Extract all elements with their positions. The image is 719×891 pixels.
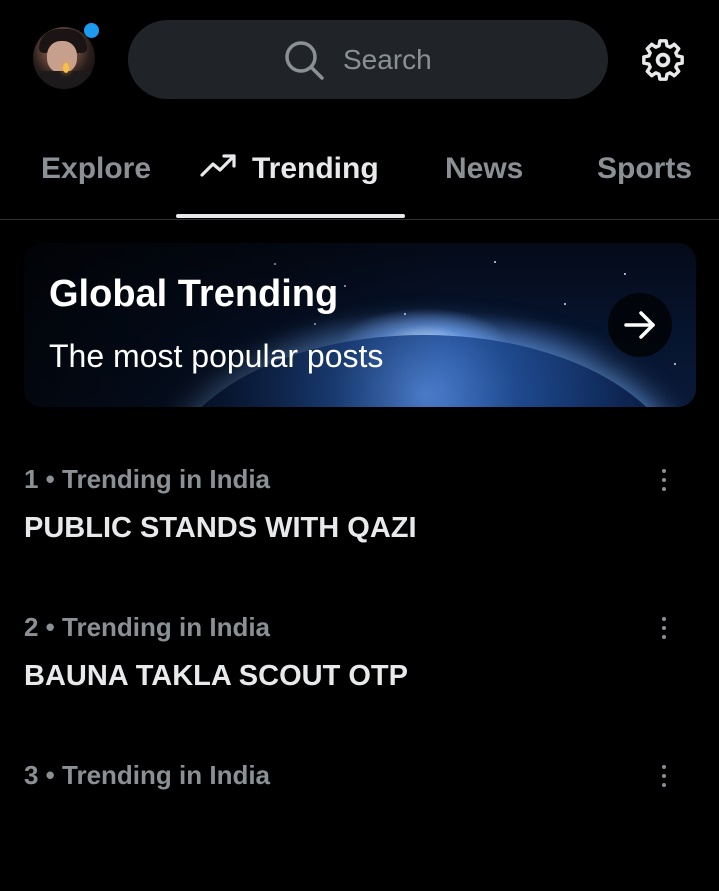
- trending-icon: [200, 152, 238, 186]
- tab-trending[interactable]: Trending: [200, 152, 379, 186]
- tab-explore[interactable]: Explore: [41, 152, 151, 186]
- banner-subtitle: The most popular posts: [49, 338, 384, 374]
- trend-item[interactable]: 3 • Trending in India: [0, 744, 719, 891]
- tab-label: Explore: [41, 152, 152, 185]
- trend-item[interactable]: 2 • Trending in India BAUNA TAKLA SCOUT …: [0, 596, 719, 743]
- search-input[interactable]: [343, 43, 453, 76]
- more-options-icon[interactable]: [652, 465, 676, 495]
- tab-news[interactable]: News: [445, 152, 523, 186]
- more-options-icon[interactable]: [652, 613, 676, 643]
- top-bar: [0, 0, 719, 120]
- tab-bar: Explore Trending News Sports: [0, 130, 719, 220]
- trend-context: 3 • Trending in India: [24, 760, 271, 790]
- notification-dot: [84, 23, 99, 38]
- tab-label: News: [445, 152, 524, 185]
- trend-context: 2 • Trending in India: [24, 612, 271, 642]
- banner-title: Global Trending: [49, 273, 339, 315]
- active-tab-indicator: [176, 214, 405, 218]
- trend-title: BAUNA TAKLA SCOUT OTP: [24, 660, 408, 692]
- trend-context: 1 • Trending in India: [24, 464, 271, 494]
- global-trending-banner[interactable]: Global Trending The most popular posts: [24, 243, 696, 407]
- arrow-right-icon[interactable]: [608, 293, 672, 357]
- tab-label: Trending: [252, 152, 379, 185]
- gear-icon[interactable]: [640, 37, 686, 83]
- avatar[interactable]: [33, 27, 95, 89]
- trend-item[interactable]: 1 • Trending in India PUBLIC STANDS WITH…: [0, 448, 719, 595]
- tab-sports[interactable]: Sports: [597, 152, 692, 186]
- trend-title: PUBLIC STANDS WITH QAZI: [24, 512, 417, 544]
- search-bar[interactable]: [128, 20, 608, 99]
- tab-label: Sports: [597, 152, 693, 185]
- search-icon: [283, 39, 325, 81]
